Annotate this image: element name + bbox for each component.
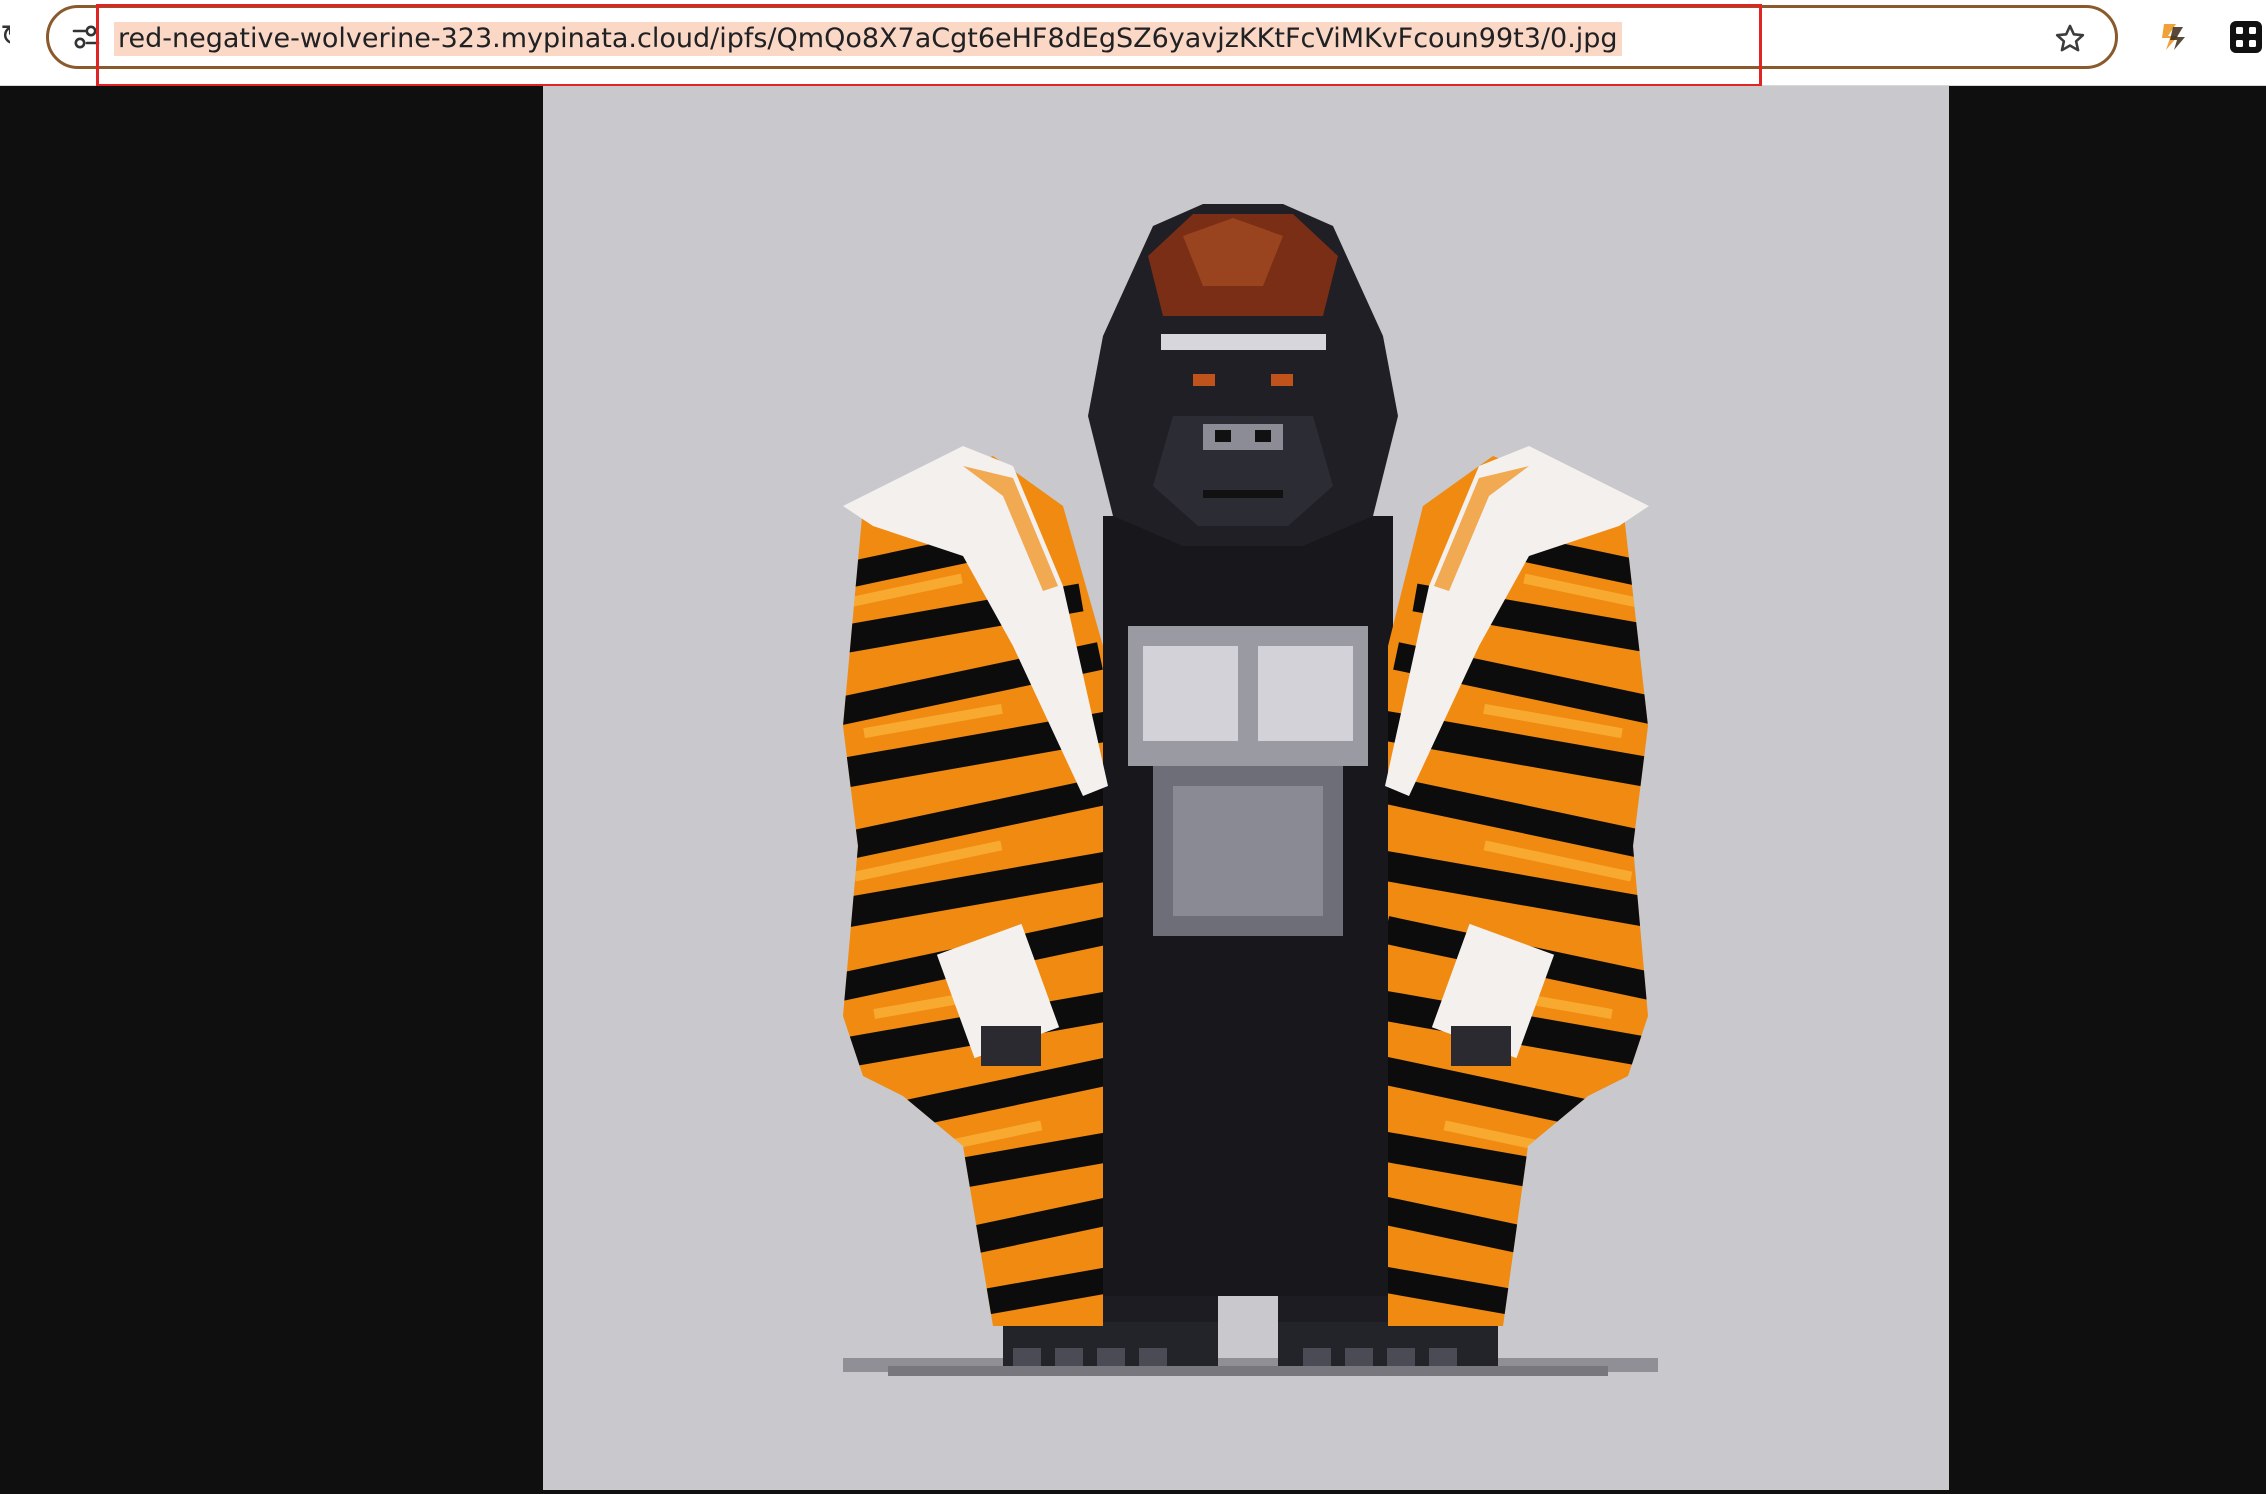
star-outline-icon[interactable] (2053, 22, 2087, 56)
orange-extension-icon[interactable] (2156, 19, 2192, 55)
reload-icon[interactable]: ↻ (0, 22, 10, 52)
address-bar[interactable]: red-negative-wolverine-323.mypinata.clou… (46, 5, 2118, 69)
browser-toolbar: ↻ red-negative-wolverine-323.mypinata.cl… (0, 0, 2266, 87)
gorilla-tiger-coat-illustration (543, 86, 1949, 1490)
image-viewer (0, 86, 2266, 1494)
tune-icon[interactable] (71, 22, 101, 52)
displayed-image (543, 86, 1949, 1490)
address-bar-url-wrap[interactable]: red-negative-wolverine-323.mypinata.clou… (114, 22, 1622, 56)
black-grid-extension-icon[interactable] (2228, 19, 2264, 55)
address-bar-url[interactable]: red-negative-wolverine-323.mypinata.clou… (114, 22, 1622, 56)
